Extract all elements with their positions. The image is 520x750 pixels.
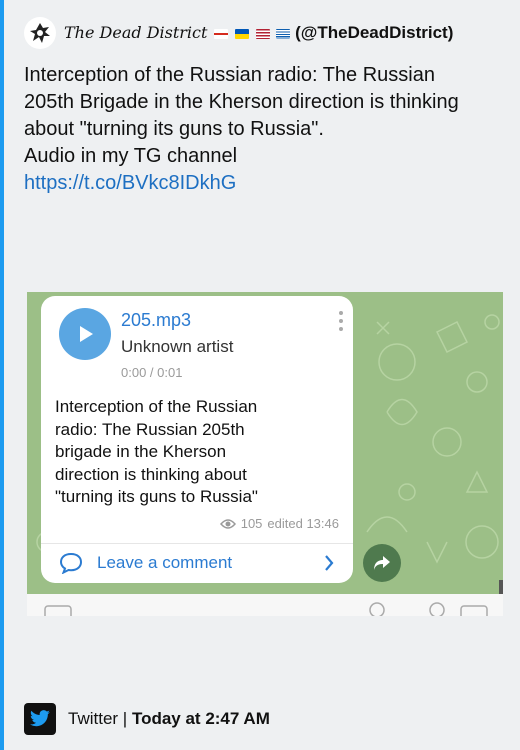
comment-bubble-icon bbox=[59, 552, 83, 574]
author-name[interactable]: The Dead District bbox=[64, 23, 207, 42]
georgia-flag-icon bbox=[214, 28, 229, 39]
tweet-header: The Dead District (@TheDeadDistrict) bbox=[24, 16, 453, 50]
share-button[interactable] bbox=[363, 544, 401, 582]
tweet-line: Interception of the Russian radio: The R… bbox=[24, 64, 435, 86]
tweet-link[interactable]: https://t.co/BVkc8IDkhG bbox=[24, 170, 504, 197]
avatar-logo-icon bbox=[26, 19, 54, 47]
share-arrow-icon bbox=[374, 556, 390, 570]
play-icon bbox=[80, 326, 93, 342]
more-vert-icon[interactable] bbox=[337, 310, 345, 332]
greece-flag-icon bbox=[276, 28, 291, 39]
message-line: direction is thinking about bbox=[55, 464, 247, 484]
input-bar-icons bbox=[44, 602, 488, 616]
timestamp[interactable]: Today at 2:47 AM bbox=[132, 709, 270, 728]
truncated-input-bar bbox=[27, 594, 503, 616]
telegram-message-bubble: 205.mp3 Unknown artist 0:00 / 0:01 Inter… bbox=[41, 296, 353, 583]
edited-time: edited 13:46 bbox=[267, 516, 339, 531]
message-line: Interception of the Russian bbox=[55, 397, 258, 416]
view-count: 105 bbox=[240, 516, 263, 531]
divider bbox=[41, 543, 353, 544]
tweet-line: Audio in my TG channel bbox=[24, 145, 238, 167]
message-meta: 105 edited 13:46 bbox=[219, 516, 339, 531]
twitter-logo[interactable] bbox=[24, 703, 56, 735]
audio-file-name: 205.mp3 bbox=[121, 310, 192, 330]
footer-text: Twitter | Today at 2:47 AM bbox=[68, 709, 270, 729]
ukraine-flag-icon bbox=[234, 28, 249, 39]
play-button[interactable] bbox=[59, 308, 111, 360]
comment-label: Leave a comment bbox=[97, 553, 233, 572]
chevron-right-icon[interactable] bbox=[323, 552, 335, 574]
avatar[interactable] bbox=[24, 17, 56, 49]
usa-flag-icon bbox=[255, 28, 270, 39]
message-line: brigade in the Kherson bbox=[55, 442, 227, 461]
eye-icon bbox=[219, 518, 236, 529]
message-line: "turning its guns to Russia" bbox=[55, 487, 258, 506]
tweet-line: about "turning its guns to Russia". bbox=[24, 118, 324, 140]
audio-time: 0:00 / 0:01 bbox=[121, 365, 183, 380]
audio-artist: Unknown artist bbox=[121, 337, 234, 356]
message-line: radio: The Russian 205th bbox=[55, 419, 245, 439]
author-handle[interactable]: (@TheDeadDistrict) bbox=[295, 23, 453, 42]
author-line: The Dead District (@TheDeadDistrict) bbox=[64, 23, 453, 43]
source-name[interactable]: Twitter bbox=[68, 709, 118, 728]
twitter-bird-icon bbox=[30, 710, 50, 727]
tweet-text: Interception of the Russian radio: The R… bbox=[24, 62, 504, 197]
media-screenshot[interactable]: 205.mp3 Unknown artist 0:00 / 0:01 Inter… bbox=[27, 292, 503, 616]
message-text: Interception of the Russian radio: The R… bbox=[55, 396, 325, 509]
footer-separator: | bbox=[122, 709, 128, 728]
embed-card: The Dead District (@TheDeadDistrict) Int… bbox=[4, 0, 520, 750]
leave-comment-button[interactable]: Leave a comment bbox=[59, 552, 232, 574]
tweet-footer: Twitter | Today at 2:47 AM bbox=[24, 703, 270, 735]
tweet-line: 205th Brigade in the Kherson direction i… bbox=[24, 91, 459, 113]
